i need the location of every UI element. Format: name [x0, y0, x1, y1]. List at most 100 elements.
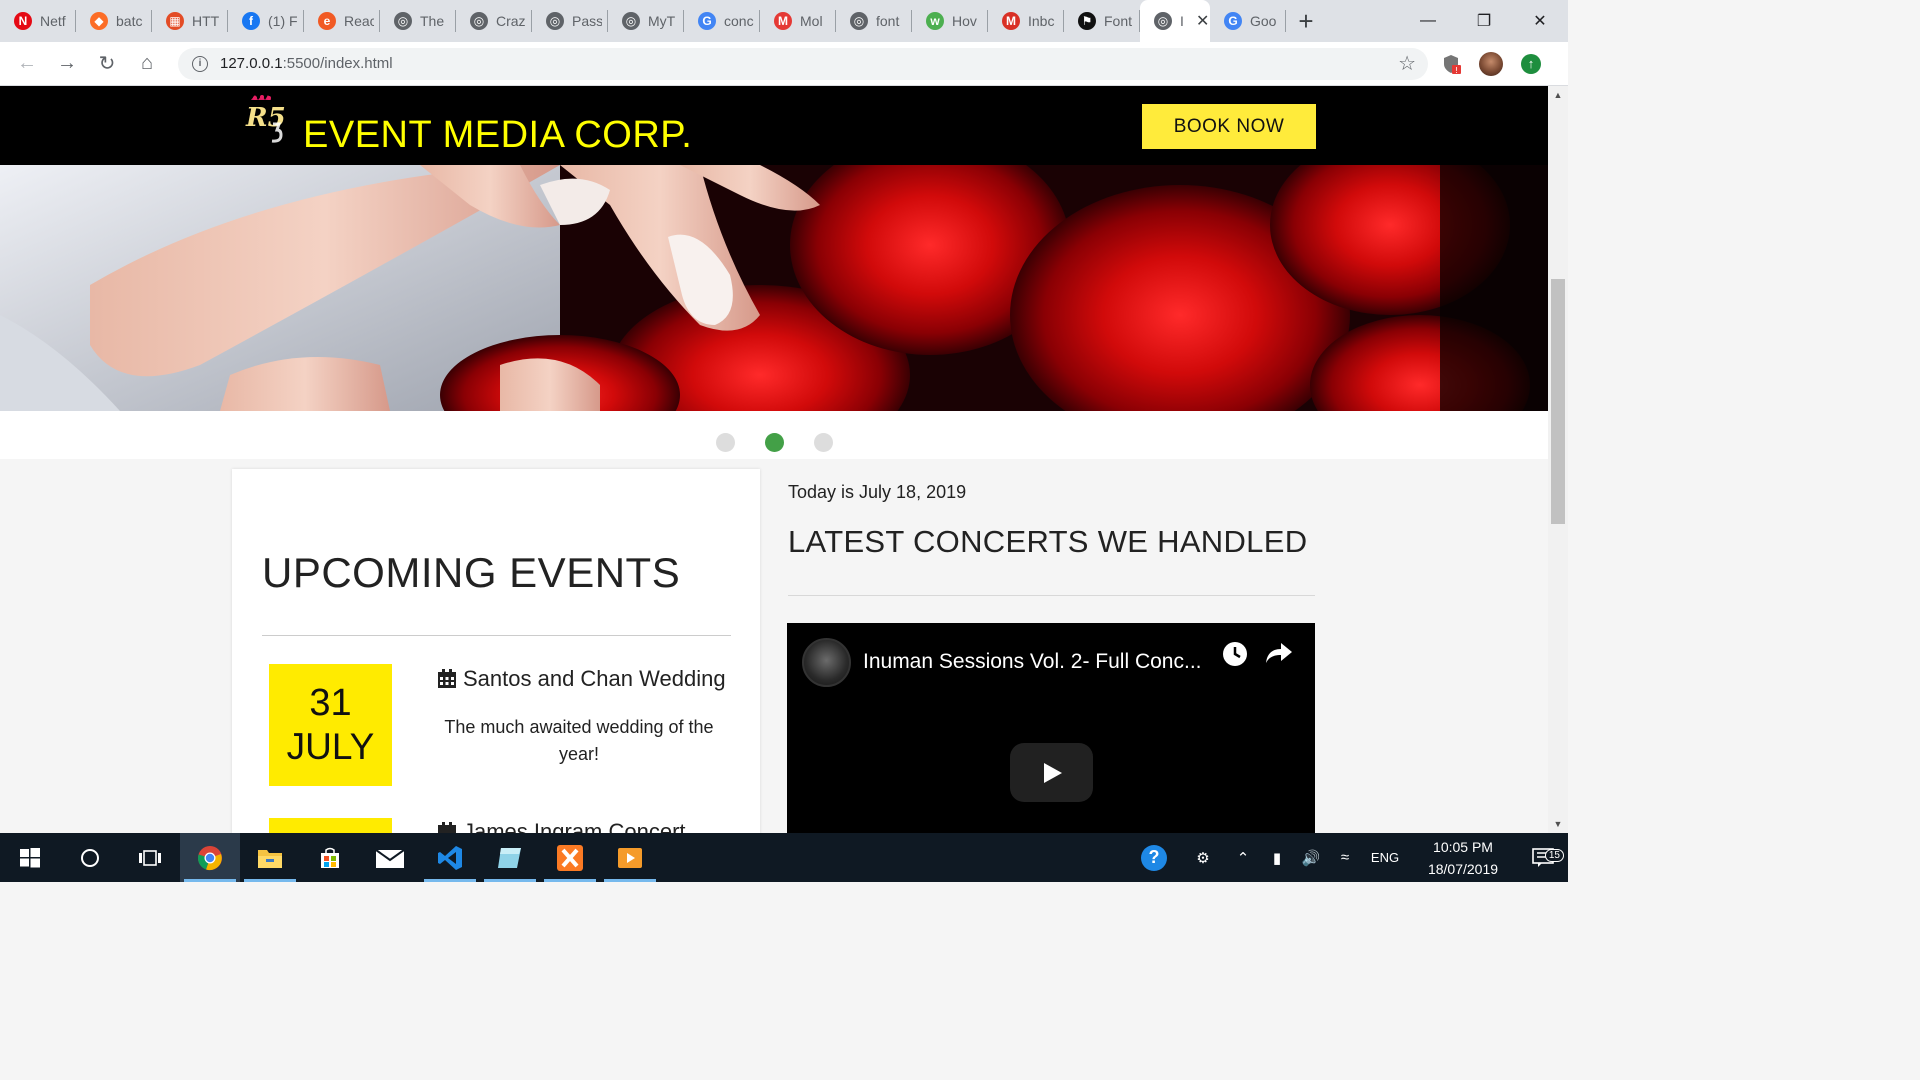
tab-title: Inbc [1028, 13, 1055, 29]
scrollbar-thumb[interactable] [1551, 279, 1565, 524]
share-icon[interactable] [1265, 641, 1293, 665]
globe-icon: ◎ [850, 12, 868, 30]
slider-indicators [0, 411, 1548, 459]
media-icon[interactable] [600, 833, 660, 882]
tab-title: (1) F [268, 13, 298, 29]
app-icon[interactable] [480, 833, 540, 882]
tab-title: batc [116, 13, 143, 29]
event-title-text: Santos and Chan Wedding [463, 666, 726, 691]
update-icon[interactable]: ↑ [1514, 47, 1548, 81]
globe-icon: ◎ [622, 12, 640, 30]
close-window-button[interactable]: ✕ [1512, 0, 1568, 42]
battery-icon[interactable]: ▮ [1260, 849, 1294, 867]
bookmark-star-icon[interactable]: ☆ [1398, 51, 1416, 76]
reload-button[interactable]: ↻ [88, 45, 126, 83]
r5-logo[interactable]: R5 [243, 94, 287, 144]
event-title[interactable]: Santos and Chan Wedding [437, 666, 726, 692]
cortana-icon[interactable] [60, 833, 120, 882]
forward-button[interactable]: → [48, 45, 86, 83]
slider-dot-3[interactable] [814, 433, 833, 452]
brand-title[interactable]: EVENT MEDIA CORP. [303, 114, 692, 157]
svg-text:!: ! [1455, 66, 1458, 75]
chrome-icon[interactable] [180, 833, 240, 882]
browser-tab[interactable]: ◆ batc [76, 0, 152, 42]
windows-start-icon[interactable] [0, 833, 60, 882]
wifi-icon[interactable]: ≈ [1328, 849, 1362, 866]
system-tray: ? ⚙ ⌃ ▮ 🔊 ≈ ENG 10:05 PM 18/07/2019 15 [1128, 833, 1568, 882]
back-button[interactable]: ← [8, 45, 46, 83]
video-title[interactable]: Inuman Sessions Vol. 2- Full Conc... [863, 650, 1202, 674]
close-tab-icon[interactable]: ✕ [1196, 11, 1209, 31]
url-path: :5500/index.html [282, 55, 393, 72]
divider [788, 595, 1315, 596]
mail-icon[interactable] [360, 833, 420, 882]
event-month: JULY [286, 726, 375, 767]
browser-tab[interactable]: ◎ Craz [456, 0, 532, 42]
page-scrollbar[interactable]: ▲ ▼ [1548, 86, 1568, 833]
browser-tab[interactable]: M Mol [760, 0, 836, 42]
browser-tab[interactable]: e Reac [304, 0, 380, 42]
browser-tab[interactable]: w Hov [912, 0, 988, 42]
action-center-icon[interactable]: 15 [1518, 847, 1568, 868]
browser-tab[interactable]: ▦ HTT [152, 0, 228, 42]
chevron-up-icon[interactable]: ⌃ [1226, 849, 1260, 867]
browser-tab[interactable]: Gconc [684, 0, 760, 42]
event-date-box: 31 JULY [269, 664, 392, 786]
vscode-icon[interactable] [420, 833, 480, 882]
calendar-icon [438, 669, 456, 688]
browser-tab[interactable]: ◎ I ✕ [1140, 0, 1210, 42]
event-title[interactable]: James Ingram Concert [437, 819, 686, 833]
site-info-icon[interactable]: i [192, 55, 208, 72]
help-icon[interactable]: ? [1128, 844, 1180, 871]
restore-button[interactable]: ❐ [1456, 0, 1512, 42]
clock-time: 10:05 PM [1433, 838, 1493, 855]
facebook-icon: f [242, 12, 260, 30]
watch-later-icon[interactable] [1221, 640, 1249, 668]
volume-icon[interactable]: 🔊 [1294, 849, 1328, 867]
task-view-icon[interactable] [120, 833, 180, 882]
new-tab-button[interactable]: + [1286, 0, 1326, 42]
address-bar[interactable]: i 127.0.0.1:5500/index.html ☆ [178, 47, 1428, 80]
people-icon[interactable]: ⚙ [1180, 849, 1226, 867]
event-day: 31 [309, 682, 352, 724]
scroll-down-arrow[interactable]: ▼ [1548, 815, 1568, 833]
gmail-icon: M [1002, 12, 1020, 30]
slider-dot-1[interactable] [716, 433, 735, 452]
play-button[interactable] [1010, 743, 1093, 802]
book-now-button[interactable]: BOOK NOW [1142, 104, 1316, 149]
browser-tab[interactable]: f (1) F [228, 0, 304, 42]
browser-tab[interactable]: ⚑ Font [1064, 0, 1140, 42]
home-button[interactable]: ⌂ [128, 45, 166, 83]
language-indicator[interactable]: ENG [1362, 850, 1408, 865]
tab-title: Font [1104, 13, 1133, 29]
upcoming-events-card: UPCOMING EVENTS 31 JULY Santos and Chan … [232, 469, 760, 833]
site-header: R5 EVENT MEDIA CORP. BOOK NOW [0, 86, 1548, 165]
browser-tab[interactable]: ◎ MyT [608, 0, 684, 42]
windows-taskbar: ? ⚙ ⌃ ▮ 🔊 ≈ ENG 10:05 PM 18/07/2019 15 [0, 833, 1568, 882]
window-controls: — ❐ ✕ [1400, 0, 1568, 42]
system-clock[interactable]: 10:05 PM 18/07/2019 [1408, 836, 1518, 880]
browser-tab[interactable]: N Netf [0, 0, 76, 42]
youtube-video-embed[interactable]: Inuman Sessions Vol. 2- Full Conc... [787, 623, 1315, 833]
calendar-icon [438, 822, 456, 833]
browser-toolbar: ← → ↻ ⌂ i 127.0.0.1:5500/index.html ☆ ! … [0, 42, 1568, 86]
file-explorer-icon[interactable] [240, 833, 300, 882]
browser-tab[interactable]: M Inbc [988, 0, 1064, 42]
tab-title: HTT [192, 13, 220, 29]
extension-shield-icon[interactable]: ! [1434, 47, 1468, 81]
slider-dot-2[interactable] [765, 433, 784, 452]
channel-avatar[interactable] [802, 638, 851, 687]
browser-tab[interactable]: ◎ Pass [532, 0, 608, 42]
globe-icon: ◎ [394, 12, 412, 30]
clock-date: 18/07/2019 [1427, 860, 1499, 877]
minimize-button[interactable]: — [1400, 0, 1456, 42]
scroll-up-arrow[interactable]: ▲ [1548, 86, 1568, 104]
store-icon[interactable] [300, 833, 360, 882]
browser-tab[interactable]: G Goo [1210, 0, 1286, 42]
globe-icon: ◎ [546, 12, 564, 30]
hands-and-roses-photo [0, 165, 1548, 411]
browser-tab[interactable]: ◎ font [836, 0, 912, 42]
xampp-icon[interactable] [540, 833, 600, 882]
browser-tab[interactable]: ◎ The [380, 0, 456, 42]
profile-avatar[interactable] [1474, 47, 1508, 81]
